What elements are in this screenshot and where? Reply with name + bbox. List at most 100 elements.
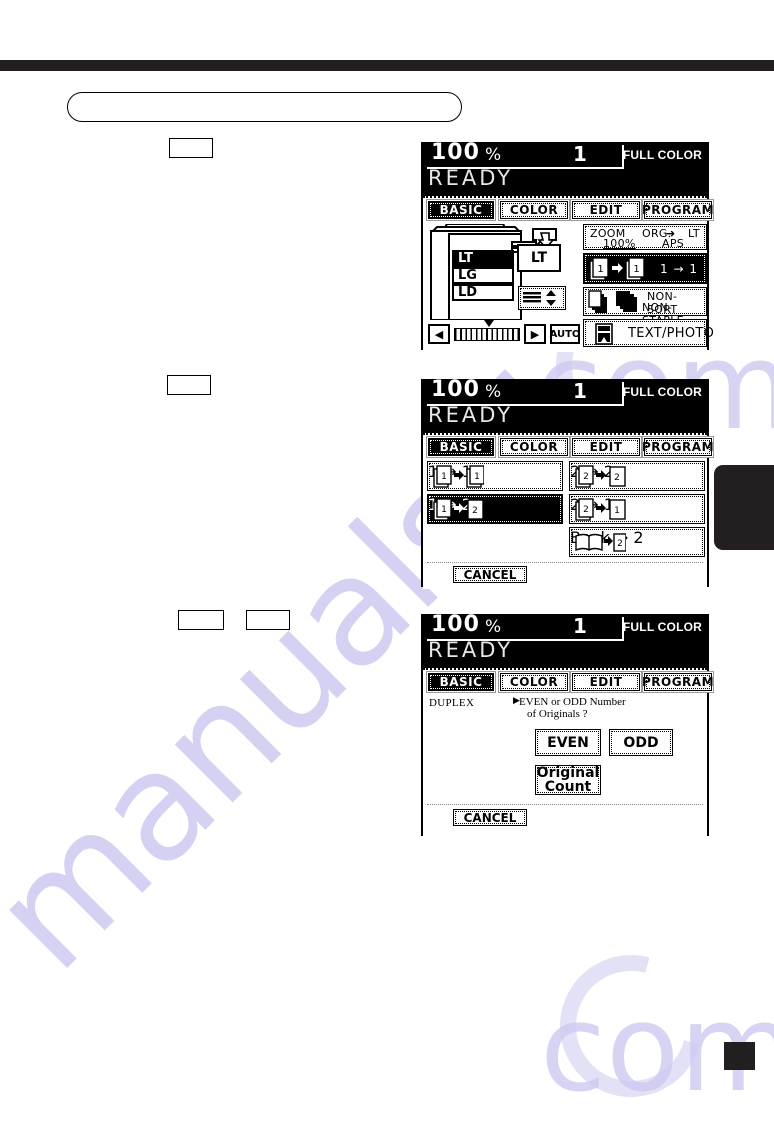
- even-button[interactable]: EVEN: [535, 729, 601, 756]
- one-to-one-icon: 1 1: [589, 257, 644, 281]
- tab-program[interactable]: PROGRAM: [642, 438, 714, 456]
- section-title-pill: [67, 92, 462, 122]
- step-callout-box-3a: [178, 610, 224, 630]
- svg-text:2: 2: [583, 472, 589, 482]
- one-to-two-icon: 1 2: [433, 498, 484, 521]
- tab-edit[interactable]: EDIT: [572, 201, 640, 219]
- cancel-button[interactable]: CANCEL: [453, 809, 527, 826]
- zoom-value: 100%: [603, 237, 636, 250]
- finishing-mode-button[interactable]: NON-SORT NON-STAPLE: [583, 287, 707, 327]
- tab-bar: BASIC COLOR EDIT PROGRAM: [426, 438, 714, 457]
- lcd-panel-even-odd[interactable]: 100 % 1 FULL COLOR READY BASIC COLOR EDI…: [421, 612, 714, 838]
- cassette-lt-selected[interactable]: LT: [452, 250, 514, 267]
- color-mode-label: FULL COLOR: [622, 385, 702, 399]
- cassette-ld[interactable]: LD: [452, 284, 514, 301]
- tab-color[interactable]: COLOR: [500, 673, 568, 691]
- list-updown-icon: [523, 290, 556, 306]
- cancel-label: CANCEL: [463, 810, 517, 825]
- status-message: READY: [428, 403, 514, 427]
- zoom-percent-value: 100: [431, 377, 480, 402]
- percent-symbol: %: [485, 617, 502, 637]
- svg-text:1: 1: [614, 506, 620, 516]
- prompt-line-2: of Originals ?: [527, 708, 588, 720]
- lcd-status-bar: 100 % 1 FULL COLOR READY: [423, 377, 707, 433]
- one-to-one-icon: 1 1: [433, 465, 484, 488]
- svg-text:2: 2: [472, 506, 478, 516]
- svg-text:1: 1: [474, 472, 480, 482]
- lcd-status-bar: 100 % 1 FULL COLOR READY: [423, 140, 707, 196]
- tab-bar: BASIC COLOR EDIT PROGRAM: [426, 673, 714, 692]
- tab-color[interactable]: COLOR: [500, 438, 568, 456]
- density-scale: [454, 328, 520, 341]
- lcd-panel-duplex-modes[interactable]: 100 % 1 FULL COLOR READY BASIC COLOR EDI…: [421, 377, 714, 589]
- original-count-label-1: Original: [536, 765, 600, 781]
- feature-label: DUPLEX: [429, 697, 475, 709]
- duplex-option-1-to-1[interactable]: 1 1 1 → 1: [427, 461, 563, 491]
- original-count-button[interactable]: Original Count: [535, 765, 601, 795]
- tab-program[interactable]: PROGRAM: [642, 673, 714, 691]
- chapter-thumb-tab: [714, 465, 774, 550]
- cancel-label: CANCEL: [463, 567, 517, 582]
- copy-count-value: 1: [573, 379, 587, 403]
- step-callout-box-1: [169, 138, 213, 158]
- svg-text:1: 1: [597, 264, 603, 275]
- duplex-option-book-to-2[interactable]: 2 Book → 2: [569, 527, 705, 557]
- cancel-button[interactable]: CANCEL: [453, 566, 527, 583]
- duplex-mode-label: 1 → 1: [660, 262, 698, 276]
- original-size-value: LT: [688, 227, 700, 240]
- status-message: READY: [428, 166, 514, 190]
- lcd-panel-basic[interactable]: 100 % 1 FULL COLOR READY BASIC COLOR EDI…: [421, 140, 714, 352]
- duplex-option-2-to-1[interactable]: 2 1 2 → 1: [569, 494, 705, 524]
- svg-text:2: 2: [617, 539, 623, 549]
- tab-basic[interactable]: BASIC: [428, 673, 494, 691]
- color-mode-label: FULL COLOR: [622, 148, 702, 162]
- cassette-scroll-button[interactable]: [518, 286, 566, 310]
- tab-edit[interactable]: EDIT: [572, 673, 640, 691]
- density-pointer-icon: [484, 320, 494, 327]
- svg-text:1: 1: [441, 472, 447, 482]
- aps-label: APS: [662, 237, 685, 250]
- header-rule: [0, 60, 774, 71]
- lcd-status-bar: 100 % 1 FULL COLOR READY: [423, 612, 707, 668]
- svg-text:1: 1: [633, 264, 639, 275]
- tab-program[interactable]: PROGRAM: [642, 201, 714, 219]
- two-to-one-icon: 2 1: [575, 498, 626, 521]
- original-mode-label: TEXT/PHOTO: [628, 326, 715, 341]
- bypass-size-indicator: LT: [517, 244, 561, 272]
- odd-label: ODD: [623, 734, 659, 751]
- svg-text:1: 1: [441, 505, 447, 515]
- original-mode-button[interactable]: TEXT/PHOTO: [583, 319, 714, 347]
- zoom-orgsize-button[interactable]: ZOOM 100% ORG. ➜ LT APS: [583, 224, 707, 250]
- density-left-arrow-button[interactable]: ◀: [428, 324, 450, 344]
- duplex-mode-button[interactable]: 1 1 1 → 1: [583, 253, 707, 284]
- original-count-label-2: Count: [544, 779, 592, 795]
- density-right-arrow-button[interactable]: ▶: [524, 324, 546, 344]
- two-to-two-icon: 2 2: [575, 465, 626, 488]
- page-number-marker: [724, 1042, 755, 1070]
- density-slider-row[interactable]: ◀ ▶ AUTO: [428, 320, 580, 346]
- status-message: READY: [428, 638, 514, 662]
- tab-color[interactable]: COLOR: [500, 201, 568, 219]
- text-photo-icon: [595, 323, 613, 345]
- even-label: EVEN: [547, 734, 589, 751]
- duplex-option-1-to-2[interactable]: 1 2 1 → 2: [427, 494, 563, 524]
- density-auto-button[interactable]: AUTO: [550, 324, 580, 344]
- step-callout-box-2: [167, 375, 211, 395]
- cassette-lg[interactable]: LG: [452, 267, 514, 284]
- copy-count-value: 1: [573, 614, 587, 638]
- percent-symbol: %: [485, 145, 502, 165]
- svg-text:2: 2: [614, 473, 620, 483]
- zoom-percent-value: 100: [431, 140, 480, 165]
- odd-button[interactable]: ODD: [609, 729, 673, 756]
- copy-count-value: 1: [573, 142, 587, 166]
- tab-bar: BASIC COLOR EDIT PROGRAM: [426, 201, 714, 220]
- color-mode-label: FULL COLOR: [622, 620, 702, 634]
- tab-basic[interactable]: BASIC: [428, 201, 494, 219]
- tab-basic[interactable]: BASIC: [428, 438, 494, 456]
- duplex-option-2-to-2[interactable]: 2 2 2 → 2: [569, 461, 705, 491]
- book-to-two-icon: 2: [575, 533, 626, 552]
- tab-edit[interactable]: EDIT: [572, 438, 640, 456]
- zoom-percent-value: 100: [431, 612, 480, 637]
- non-sort-icon: [588, 290, 637, 313]
- svg-text:2: 2: [583, 505, 589, 515]
